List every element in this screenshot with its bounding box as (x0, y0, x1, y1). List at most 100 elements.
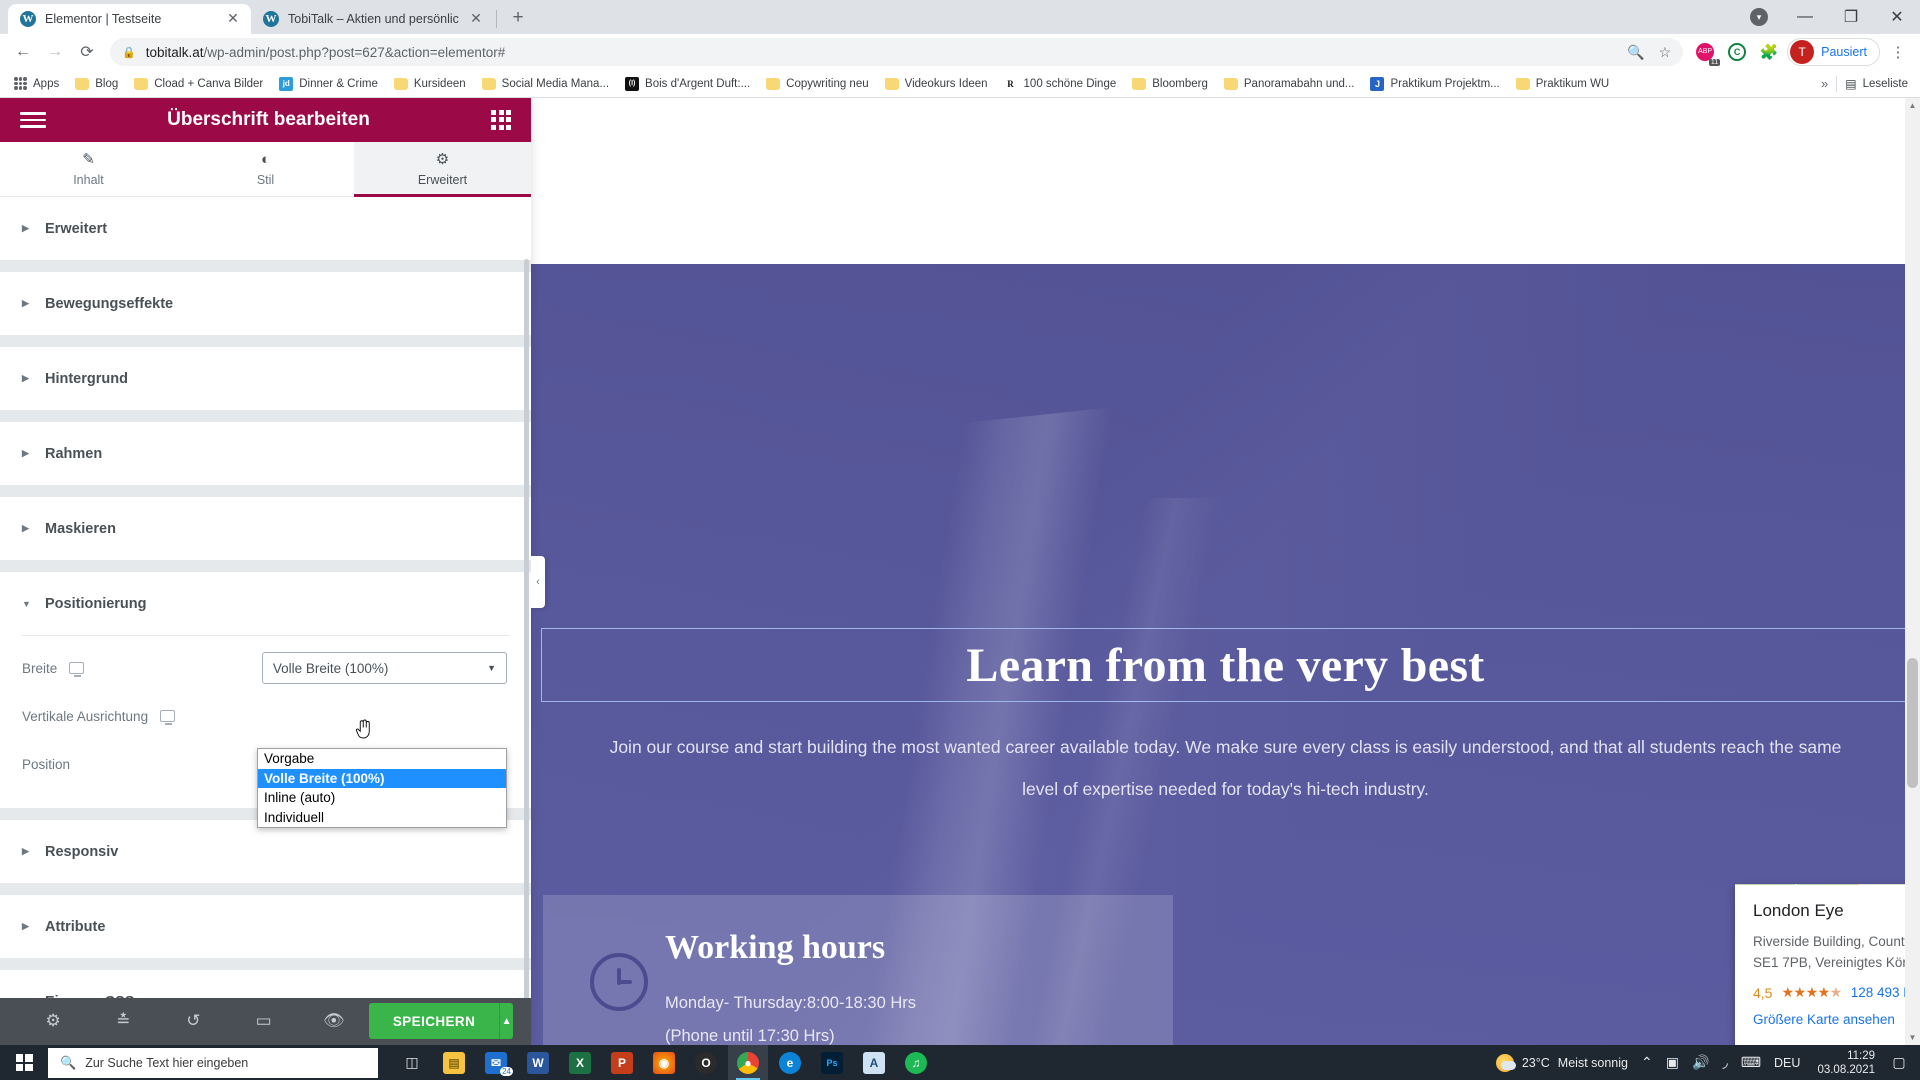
bookmark-item[interactable]: jd Dinner & Crime (271, 74, 386, 94)
powerpoint-icon[interactable]: P (602, 1045, 642, 1080)
history-icon[interactable]: ↺ (158, 1011, 228, 1031)
hamburger-icon[interactable] (20, 112, 46, 128)
heading-widget[interactable]: Learn from the very best (541, 628, 1910, 702)
windows-start-icon[interactable] (0, 1054, 48, 1071)
reload-button[interactable]: ⟳ (72, 37, 102, 67)
bookmark-item[interactable]: Blog (67, 75, 126, 93)
notification-icon[interactable]: ▢ (1888, 1054, 1910, 1071)
close-icon[interactable]: ✕ (468, 11, 484, 27)
scrollbar-thumb[interactable] (1907, 658, 1918, 788)
acrobat-icon[interactable]: A (854, 1045, 894, 1080)
section-maskieren[interactable]: ▶ Maskieren (0, 497, 531, 562)
desktop-icon[interactable] (160, 710, 176, 726)
bookmark-item[interactable]: Panoramabahn und... (1216, 75, 1363, 93)
save-button[interactable]: SPEICHERN ▲ (368, 1003, 514, 1040)
profile-button[interactable]: T Pausiert (1787, 38, 1880, 66)
section-hintergrund[interactable]: ▶ Hintergrund (0, 347, 531, 412)
chrome-icon[interactable]: ● (728, 1045, 768, 1080)
taskbar-search-input[interactable]: 🔍 Zur Suche Text hier eingeben (48, 1047, 378, 1078)
section-rahmen[interactable]: ▶ Rahmen (0, 422, 531, 487)
search-zoom-icon[interactable]: 🔍 (1627, 44, 1644, 61)
spotify-icon[interactable]: ♫ (896, 1045, 936, 1080)
language-indicator[interactable]: DEU (1774, 1056, 1800, 1070)
section-attribute[interactable]: ▶ Attribute (0, 895, 531, 960)
settings-gear-icon[interactable]: ⚙ (18, 1011, 88, 1031)
keyboard-icon[interactable]: ⌨ (1741, 1054, 1761, 1071)
desktop-icon[interactable] (69, 662, 85, 678)
scroll-down-arrow[interactable]: ▼ (1905, 1030, 1920, 1045)
bookmark-item[interactable]: Copywriting neu (758, 75, 876, 93)
bookmarks-overflow-button[interactable]: » (1821, 76, 1828, 91)
panel-scrollbar-thumb[interactable] (524, 259, 529, 998)
maximize-button[interactable]: ❐ (1828, 0, 1874, 34)
mail-icon[interactable]: ✉ 24 (476, 1045, 516, 1080)
volume-icon[interactable]: 🔊 (1692, 1054, 1709, 1071)
preview-eye-icon[interactable]: 👁 (299, 1011, 369, 1031)
bookmark-item[interactable]: Bloomberg (1124, 75, 1216, 93)
browser-tab-2[interactable]: W TobiTalk – Aktien und persönliche ✕ (251, 4, 494, 34)
excel-icon[interactable]: X (560, 1045, 600, 1080)
clock[interactable]: 11:29 03.08.2021 (1813, 1049, 1875, 1077)
width-select[interactable]: Volle Breite (100%) ▼ (261, 652, 507, 685)
file-explorer-icon[interactable]: ▤ (434, 1045, 474, 1080)
chrome-update-icon[interactable]: ▾ (1736, 0, 1782, 34)
bookmark-item[interactable]: Praktikum WU (1508, 75, 1617, 93)
dropdown-option-selected[interactable]: Volle Breite (100%) (258, 768, 506, 788)
tab-inhalt[interactable]: ✎ Inhalt (0, 142, 177, 196)
edge-icon[interactable]: e (770, 1045, 810, 1080)
bookmark-label: Bloomberg (1152, 77, 1208, 90)
tab-erweitert[interactable]: ⚙ Erweitert (354, 141, 531, 198)
bookmark-item[interactable]: Social Media Mana... (474, 75, 617, 93)
reading-list-button[interactable]: ▤ Leseliste (1845, 77, 1908, 91)
dropdown-option[interactable]: Vorgabe (258, 749, 506, 769)
save-options-arrow[interactable]: ▲ (499, 1003, 513, 1040)
star-icon[interactable]: ☆ (1659, 44, 1672, 61)
tab-stil[interactable]: ◐ Stil (177, 142, 354, 196)
page-scrollbar[interactable]: ▲ ▼ (1905, 98, 1920, 1045)
adblock-icon[interactable]: ABP 11 (1691, 38, 1721, 66)
bookmark-item[interactable]: Cload + Canva Bilder (126, 75, 271, 93)
photoshop-icon[interactable]: Ps (812, 1045, 852, 1080)
bookmark-item[interactable]: Kursideen (386, 75, 474, 93)
show-hidden-icons-chevron[interactable]: ⌃ (1641, 1054, 1653, 1071)
address-bar[interactable]: 🔒 tobitalk.at/wp-admin/post.php?post=627… (110, 38, 1684, 66)
close-icon[interactable]: ✕ (225, 11, 241, 27)
wifi-icon[interactable]: ◞ (1722, 1054, 1727, 1071)
bookmark-item[interactable]: R 100 schöne Dinge (996, 74, 1125, 94)
panel-scrollbar[interactable] (523, 197, 531, 998)
browser-tab-1[interactable]: W Elementor | Testseite ✕ (8, 4, 251, 34)
dropdown-option[interactable]: Individuell (258, 808, 506, 828)
width-dropdown-list[interactable]: Vorgabe Volle Breite (100%) Inline (auto… (257, 748, 507, 828)
task-view-icon[interactable]: ◫ (392, 1045, 432, 1080)
forward-button[interactable]: → (40, 37, 70, 67)
bookmark-item[interactable]: (I) Bois d'Argent Duft:... (617, 74, 758, 94)
kebab-menu-icon[interactable]: ⋮ (1884, 38, 1912, 66)
section-responsiv[interactable]: ▶ Responsiv (0, 820, 531, 885)
close-window-button[interactable]: ✕ (1874, 0, 1920, 34)
dropdown-option[interactable]: Inline (auto) (258, 788, 506, 808)
section-bewegungseffekte[interactable]: ▶ Bewegungseffekte (0, 272, 531, 337)
opera-icon[interactable]: O (686, 1045, 726, 1080)
elementor-tabs: ✎ Inhalt ◐ Stil ⚙ Erweitert (0, 141, 531, 198)
bookmark-apps[interactable]: Apps (6, 74, 67, 93)
responsive-mode-icon[interactable]: ▭ (229, 1011, 299, 1031)
camera-icon[interactable]: ▣ (1666, 1054, 1679, 1071)
bookmark-item[interactable]: J Praktikum Projektm... (1362, 74, 1507, 94)
apps-grid-icon (14, 77, 27, 90)
weather-widget[interactable]: 23°C Meist sonnig (1495, 1053, 1628, 1072)
extensions-puzzle-icon[interactable]: 🧩 (1755, 38, 1783, 66)
firefox-icon[interactable]: ◉ (644, 1045, 684, 1080)
widgets-grid-icon[interactable] (491, 109, 511, 130)
bookmark-item[interactable]: Videokurs Ideen (877, 75, 996, 93)
scroll-up-arrow[interactable]: ▲ (1905, 98, 1920, 113)
new-tab-button[interactable]: + (504, 4, 532, 32)
section-eigenes-css[interactable]: ▶ Eigenes CSS (0, 970, 531, 998)
word-icon[interactable]: W (518, 1045, 558, 1080)
back-button[interactable]: ← (8, 37, 38, 67)
panel-collapse-handle[interactable]: ‹ (531, 556, 545, 608)
bigger-map-link[interactable]: Größere Karte ansehen (1753, 1012, 1920, 1027)
navigator-layers-icon[interactable]: ≛ (88, 1011, 158, 1031)
section-erweitert[interactable]: ▶ Erweitert (0, 197, 531, 262)
grammarly-icon[interactable]: C (1723, 38, 1751, 66)
minimize-button[interactable]: — (1782, 0, 1828, 34)
